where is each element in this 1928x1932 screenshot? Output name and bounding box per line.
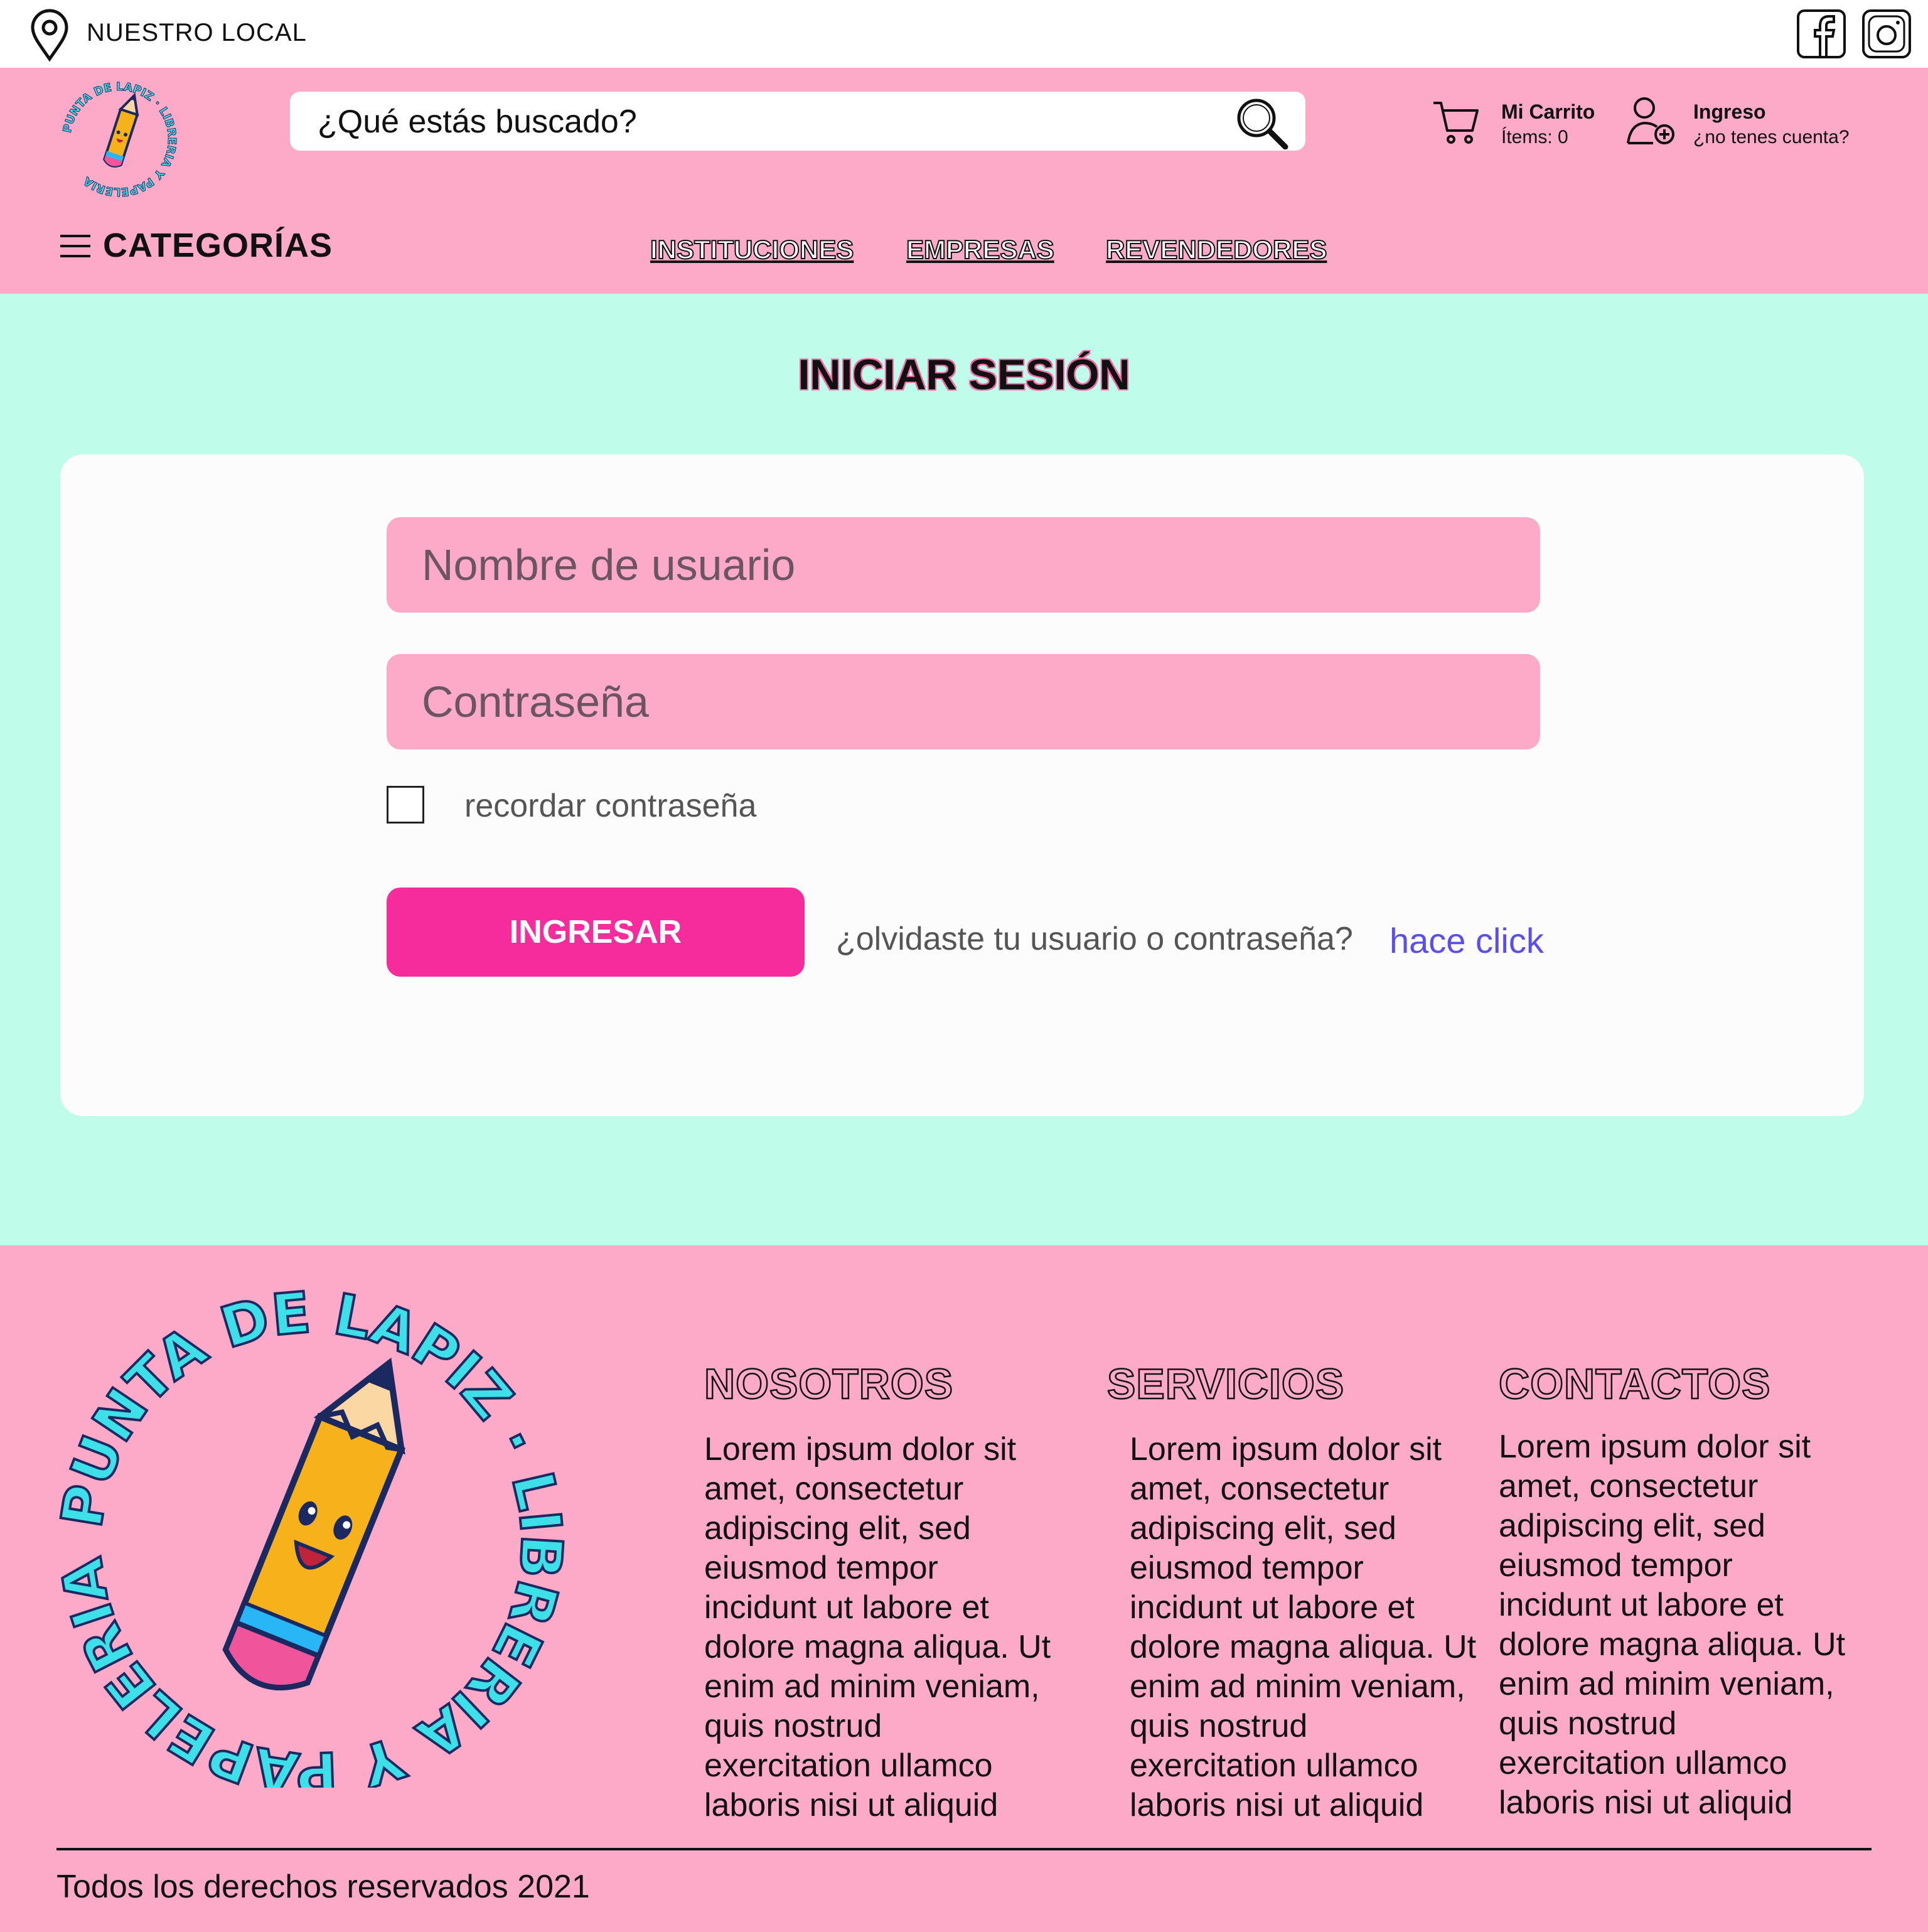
footer-title-nosotros[interactable]: NOSOTROS	[704, 1360, 954, 1409]
register-link[interactable]: ¿no tenes cuenta?	[1693, 127, 1850, 148]
login-card: Nombre de usuario Contraseña recordar co…	[60, 454, 1864, 1116]
footer-title-servicios[interactable]: SERVICIOS	[1106, 1360, 1345, 1409]
footer-title-contactos[interactable]: CONTACTOS	[1498, 1360, 1771, 1409]
login-section: INICIAR SESIÓN Nombre de usuario Contras…	[0, 294, 1928, 1245]
site-footer: PUNTA DE LAPIZ · LIBRERIA Y PAPELERIA NO…	[0, 1245, 1928, 1932]
user-add-icon[interactable]	[1625, 95, 1677, 147]
site-header: PUNTA DE LAPIZ · LIBRERIA Y PAPELERIA ¿Q…	[0, 68, 1928, 294]
facebook-icon[interactable]	[1796, 9, 1846, 59]
footer-text-servicios: Lorem ipsum dolor sit amet, consectetur …	[1130, 1431, 1477, 1823]
login-submit-button[interactable]: INGRESAR	[387, 888, 805, 977]
copyright-text: Todos los derechos reservados 2021	[56, 1869, 590, 1905]
login-link[interactable]: Ingreso	[1693, 100, 1766, 124]
nav-instituciones[interactable]: INSTITUCIONES	[650, 234, 854, 265]
store-location-link[interactable]: NUESTRO LOCAL	[87, 19, 307, 47]
footer-logo: PUNTA DE LAPIZ · LIBRERIA Y PAPELERIA	[54, 1285, 569, 1788]
search-input[interactable]: ¿Qué estás buscado?	[318, 103, 637, 141]
cart-title[interactable]: Mi Carrito	[1501, 100, 1595, 124]
remember-label[interactable]: recordar contraseña	[464, 787, 756, 825]
footer-text-contactos: Lorem ipsum dolor sit amet, consectetur …	[1499, 1429, 1846, 1821]
footer-divider	[56, 1848, 1872, 1850]
instagram-icon[interactable]	[1861, 9, 1912, 59]
footer-text-nosotros: Lorem ipsum dolor sit amet, consectetur …	[704, 1431, 1051, 1823]
search-icon[interactable]	[1234, 95, 1289, 149]
password-placeholder: Contraseña	[422, 677, 649, 726]
nav-revendedores[interactable]: REVENDEDORES	[1105, 234, 1327, 265]
hamburger-menu-icon[interactable]	[59, 233, 92, 259]
password-field[interactable]: Contraseña	[387, 654, 1540, 749]
store-logo[interactable]: PUNTA DE LAPIZ · LIBRERIA Y PAPELERIA	[56, 77, 182, 202]
top-bar: NUESTRO LOCAL	[0, 0, 1928, 68]
username-placeholder: Nombre de usuario	[422, 540, 796, 589]
page-title: INICIAR SESIÓN	[798, 351, 1130, 399]
forgot-credentials-link[interactable]: hace click	[1390, 920, 1544, 961]
username-field[interactable]: Nombre de usuario	[387, 517, 1540, 613]
forgot-credentials-text: ¿olvidaste tu usuario o contraseña?	[836, 921, 1353, 957]
location-pin-icon[interactable]	[28, 9, 72, 62]
search-bar[interactable]: ¿Qué estás buscado?	[290, 92, 1305, 151]
nav-empresas[interactable]: EMPRESAS	[906, 234, 1055, 265]
categories-menu[interactable]: CATEGORÍAS	[103, 226, 333, 265]
cart-icon[interactable]	[1431, 98, 1481, 148]
remember-checkbox[interactable]	[387, 786, 424, 824]
cart-item-count: Ítems: 0	[1501, 127, 1568, 148]
